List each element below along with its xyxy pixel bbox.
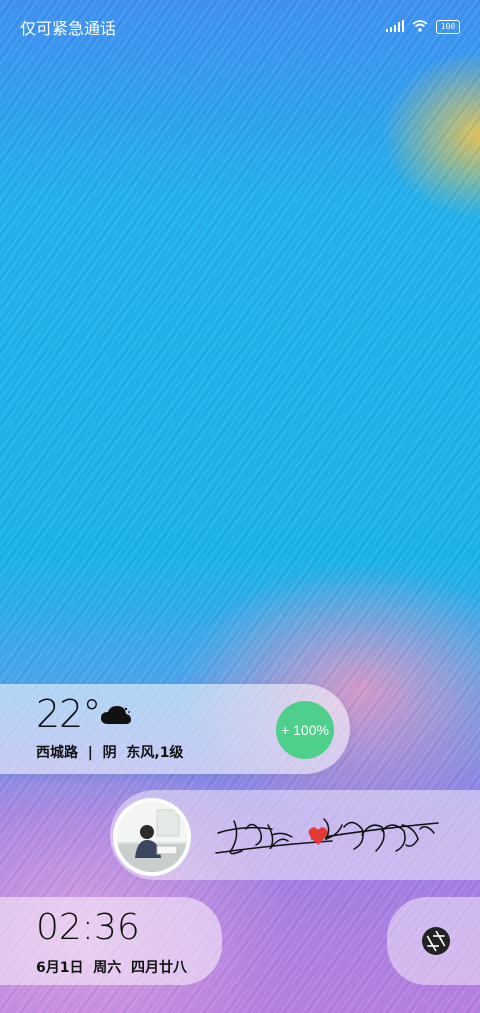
clock-widget[interactable]: 02:36 6月1日 周六 四月廿八 (0, 897, 222, 985)
camera-shutter-icon[interactable] (420, 925, 452, 961)
battery-icon: 100 (436, 19, 460, 34)
weather-location: 西城路 (36, 745, 78, 761)
weather-info: 西城路 | 阴 东风,1级 (36, 742, 183, 762)
temperature: 22° (36, 692, 101, 736)
status-icons: 100 (386, 17, 460, 36)
cloudy-night-icon (100, 704, 132, 730)
carrier-text: 仅可紧急通话 (20, 19, 117, 38)
charging-badge: + 100% (276, 701, 334, 759)
handwritten-signature (212, 805, 442, 874)
signal-icon (386, 17, 404, 36)
weather-condition: 阴 东风,1级 (102, 745, 184, 761)
wifi-icon (412, 17, 428, 36)
clock-date: 6月1日 周六 四月廿八 (36, 960, 187, 976)
clock-time: 02:36 (36, 907, 140, 948)
status-bar: 仅可紧急通话 100 (0, 0, 480, 50)
weather-separator: | (87, 745, 93, 761)
avatar[interactable] (113, 798, 191, 876)
